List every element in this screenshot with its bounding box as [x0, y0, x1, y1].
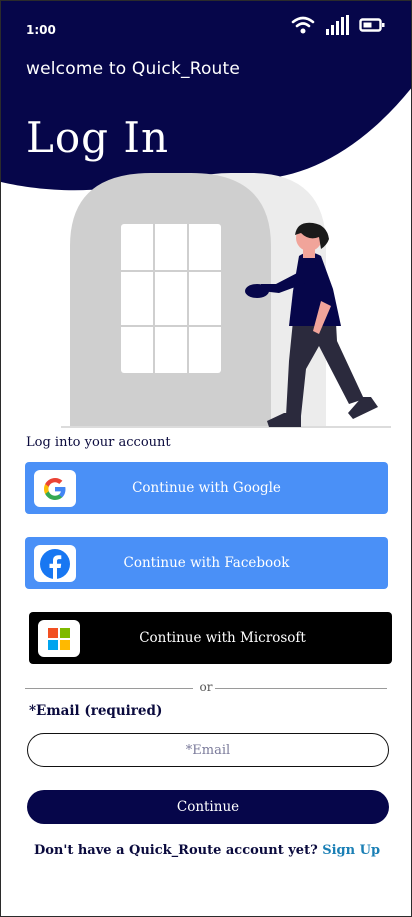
continue-button[interactable]: Continue: [27, 790, 389, 824]
login-screen: 1:00 welcome to Quick_Route Log In Log i…: [0, 0, 412, 917]
facebook-icon: [40, 548, 70, 579]
signup-prompt: Don't have a Quick_Route account yet?: [33, 843, 318, 858]
email-input[interactable]: [27, 733, 389, 767]
or-text: or: [199, 680, 213, 694]
continue-with-google-button[interactable]: Continue with Google: [25, 462, 388, 514]
google-button-label: Continue with Google: [132, 480, 281, 496]
page-title: Log In: [26, 113, 170, 162]
email-label: *Email (required): [29, 703, 163, 719]
door-illustration: [61, 173, 391, 428]
signup-row: Don't have a Quick_Route account yet? Si…: [1, 843, 411, 858]
microsoft-icon: [48, 627, 70, 650]
continue-with-microsoft-button[interactable]: Continue with Microsoft: [29, 612, 392, 664]
or-divider: or: [25, 680, 387, 695]
google-icon: [44, 477, 66, 500]
sign-up-link[interactable]: Sign Up: [322, 843, 380, 858]
continue-with-facebook-button[interactable]: Continue with Facebook: [25, 537, 388, 589]
divider-line-right: [215, 688, 387, 689]
status-bar: 1:00: [1, 1, 411, 51]
status-time: 1:00: [26, 23, 56, 37]
login-section-label: Log into your account: [26, 435, 171, 450]
battery-icon: [359, 18, 385, 32]
signal-icon: [326, 15, 349, 35]
welcome-text: welcome to Quick_Route: [26, 59, 241, 79]
wifi-icon: [291, 16, 315, 34]
facebook-button-label: Continue with Facebook: [123, 555, 290, 571]
microsoft-button-label: Continue with Microsoft: [139, 630, 306, 646]
